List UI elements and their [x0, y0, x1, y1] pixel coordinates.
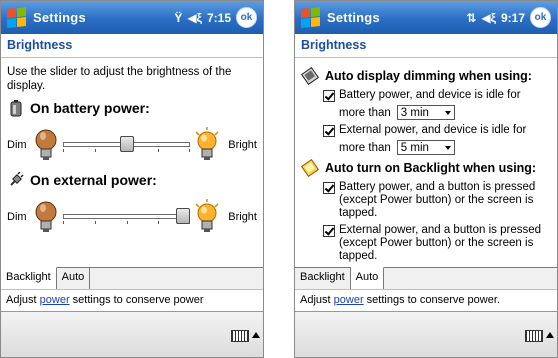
menu-bar [295, 311, 557, 357]
dropdown-arrow-icon [444, 145, 451, 150]
keyboard-icon[interactable] [525, 330, 543, 342]
intro-text: Use the slider to adjust the brightness … [7, 66, 232, 92]
tab-auto[interactable]: Auto [57, 268, 91, 290]
start-menu-icon[interactable] [301, 6, 321, 28]
dim-external-checkbox[interactable] [323, 125, 335, 137]
signal-off-icon[interactable]: Ϋ [174, 11, 182, 25]
battery-brightness-slider[interactable] [63, 136, 191, 152]
input-menu-arrow-icon[interactable] [546, 332, 554, 338]
dim-battery-option[interactable]: Battery power, and device is idle for [301, 89, 551, 102]
bright-label: Bright [228, 211, 257, 223]
volume-icon[interactable]: ◀ξ [187, 11, 202, 25]
pda-backlight-icon [301, 159, 320, 177]
backlight-external-option[interactable]: External power, and a button is pressed … [301, 224, 551, 263]
dimming-section-title: Auto display dimming when using: [301, 67, 551, 85]
page-subheader: Brightness [1, 34, 263, 58]
slider-thumb[interactable] [176, 208, 190, 224]
power-hint: Adjust power settings to conserve power [1, 289, 263, 311]
keyboard-icon[interactable] [231, 330, 249, 342]
start-menu-icon[interactable] [7, 6, 27, 28]
bright-bulb-icon [195, 199, 219, 232]
bright-label: Bright [228, 139, 257, 151]
dim-bulb-icon [35, 201, 57, 232]
power-settings-link[interactable]: power [334, 294, 364, 306]
title-bar: Settings ⇅ ◀ξ 9:17 ok [295, 1, 557, 34]
clock[interactable]: 9:17 [501, 11, 525, 25]
backlight-battery-checkbox[interactable] [323, 182, 335, 194]
backlight-section-title: Auto turn on Backlight when using: [301, 159, 551, 177]
menu-bar [1, 311, 263, 357]
external-section-title: On external power: [7, 171, 257, 189]
dropdown-arrow-icon [444, 110, 451, 115]
external-brightness-slider[interactable] [63, 208, 191, 224]
battery-section-title: On battery power: [7, 99, 257, 117]
battery-icon [7, 99, 25, 117]
tab-backlight[interactable]: Backlight [295, 268, 351, 290]
input-menu-arrow-icon[interactable] [252, 332, 260, 338]
backlight-screen: Settings Ϋ ◀ξ 7:15 ok Brightness Use the… [0, 0, 264, 358]
backlight-external-checkbox[interactable] [323, 225, 335, 237]
dim-battery-timeout-select[interactable]: 3 min [396, 105, 455, 120]
clock[interactable]: 7:15 [207, 11, 231, 25]
tab-strip: Backlight Auto [295, 267, 557, 290]
power-plug-icon [7, 171, 25, 189]
tab-auto[interactable]: Auto [350, 267, 385, 289]
external-brightness-row: Dim Bright [7, 195, 257, 239]
backlight-battery-option[interactable]: Battery power, and a button is pressed (… [301, 181, 551, 220]
tab-strip: Backlight Auto [1, 267, 263, 290]
title-bar: Settings Ϋ ◀ξ 7:15 ok [1, 1, 263, 34]
battery-brightness-row: Dim Bright [7, 123, 257, 167]
pda-dim-icon [301, 67, 320, 85]
ok-button[interactable]: ok [236, 7, 257, 28]
dim-label: Dim [7, 139, 27, 151]
dim-external-timeout-select[interactable]: 5 min [396, 140, 455, 155]
connectivity-icon[interactable]: ⇅ [466, 11, 476, 25]
app-title: Settings [33, 10, 86, 25]
tab-backlight[interactable]: Backlight [1, 267, 57, 289]
dim-bulb-icon [35, 129, 57, 160]
dim-label: Dim [7, 211, 27, 223]
power-hint: Adjust power settings to conserve power. [295, 289, 557, 311]
bright-bulb-icon [195, 127, 219, 160]
ok-button[interactable]: ok [530, 7, 551, 28]
app-title: Settings [327, 10, 380, 25]
auto-screen: Settings ⇅ ◀ξ 9:17 ok Brightness Auto di… [294, 0, 558, 358]
page-subheader: Brightness [295, 34, 557, 58]
slider-thumb[interactable] [119, 136, 134, 152]
volume-icon[interactable]: ◀ξ [481, 11, 496, 25]
dim-battery-checkbox[interactable] [323, 90, 335, 102]
dim-external-option[interactable]: External power, and device is idle for [301, 124, 551, 137]
power-settings-link[interactable]: power [40, 294, 70, 306]
